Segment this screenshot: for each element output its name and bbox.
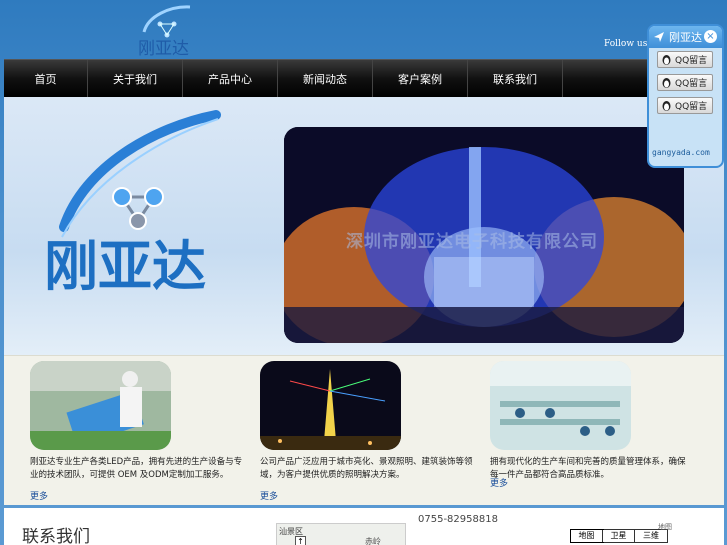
card-more-link[interactable]: 更多 bbox=[30, 489, 48, 502]
nav-cases[interactable]: 客户案例 bbox=[373, 60, 468, 98]
header-logo[interactable]: 刚亚达 bbox=[130, 2, 210, 59]
qq-message-label: QQ留言 bbox=[675, 56, 708, 66]
card-more-link[interactable]: 更多 bbox=[260, 489, 278, 502]
contact-phone: 0755-82958818 bbox=[418, 514, 498, 525]
qq-float-panel: 刚亚达 × QQ留言 QQ留言 QQ留言 gangyada.com bbox=[647, 24, 724, 168]
contact-title: 联系我们 bbox=[22, 527, 90, 545]
qq-message-button-3[interactable]: QQ留言 bbox=[657, 97, 713, 114]
qq-penguin-icon bbox=[662, 100, 671, 111]
logo-mark: 刚亚达 bbox=[138, 5, 191, 59]
map-type-buttons: 地图 卫星 三维 bbox=[570, 529, 668, 543]
card-workshop: 拥有现代化的生产车间和完善的质量管理体系，确保每一件产品都符合高品质标准。 bbox=[490, 361, 690, 482]
map-pan-up-icon[interactable]: ↑ bbox=[295, 536, 306, 545]
fountain-photo: 深圳市刚亚达电子科技有限公司 bbox=[284, 127, 684, 343]
hero-banner: 刚亚达 深圳市刚亚达电子科技有限公司 bbox=[4, 97, 724, 355]
qq-message-label: QQ留言 bbox=[675, 79, 708, 89]
close-icon[interactable]: × bbox=[704, 30, 717, 43]
factory-photo bbox=[30, 361, 171, 450]
qq-panel-title: 刚亚达 bbox=[669, 31, 702, 44]
nav-home[interactable]: 首页 bbox=[4, 60, 88, 98]
qq-message-label: QQ留言 bbox=[675, 102, 708, 112]
workshop-photo bbox=[490, 361, 631, 450]
banner-logo: 刚亚达 bbox=[44, 110, 221, 298]
qq-penguin-icon bbox=[662, 77, 671, 88]
qq-message-button-1[interactable]: QQ留言 bbox=[657, 51, 713, 68]
card-description: 拥有现代化的生产车间和完善的质量管理体系，确保每一件产品都符合高品质标准。 bbox=[490, 457, 686, 480]
map-label-2: 赤岭 bbox=[365, 537, 381, 545]
card-description: 刚亚达专业生产各类LED产品，拥有先进的生产设备与专业的技术团队，可提供 OEM… bbox=[30, 457, 243, 480]
map-type-map-button[interactable]: 地图 bbox=[570, 529, 604, 543]
bottom-section: 联系我们 汕景区 ↑ 赤岭 0755-82958818 地图 卫星 三维 地图 bbox=[4, 508, 724, 545]
qq-penguin-icon bbox=[662, 54, 671, 65]
card-application: 公司产品广泛应用于城市亮化、景观照明、建筑装饰等领域，为客户提供优质的照明解决方… bbox=[260, 361, 475, 482]
map-type-satellite-button[interactable]: 卫星 bbox=[603, 530, 635, 542]
card-image[interactable] bbox=[260, 361, 401, 450]
svg-text:刚亚达: 刚亚达 bbox=[138, 39, 189, 58]
card-production: 刚亚达专业生产各类LED产品，拥有先进的生产设备与专业的技术团队，可提供 OEM… bbox=[30, 361, 250, 482]
main-nav: 首页 关于我们 产品中心 新闻动态 客户案例 联系我们 bbox=[4, 59, 724, 98]
nav-products[interactable]: 产品中心 bbox=[183, 60, 278, 98]
map-widget[interactable]: 汕景区 ↑ 赤岭 bbox=[276, 523, 406, 545]
content-section: 刚亚达专业生产各类LED产品，拥有先进的生产设备与专业的技术团队，可提供 OEM… bbox=[4, 355, 724, 505]
nav-contact[interactable]: 联系我们 bbox=[468, 60, 563, 98]
nav-about[interactable]: 关于我们 bbox=[88, 60, 183, 98]
map-corner-note: 地图 bbox=[658, 523, 672, 531]
card-image[interactable] bbox=[490, 361, 631, 450]
qq-message-button-2[interactable]: QQ留言 bbox=[657, 74, 713, 91]
card-image[interactable] bbox=[30, 361, 171, 450]
nav-news[interactable]: 新闻动态 bbox=[278, 60, 373, 98]
svg-text:刚亚达: 刚亚达 bbox=[44, 235, 206, 298]
card-more-link[interactable]: 更多 bbox=[490, 476, 508, 489]
qq-site-text[interactable]: gangyada.com bbox=[652, 148, 710, 157]
tower-photo bbox=[260, 361, 401, 450]
paper-plane-icon bbox=[654, 32, 664, 42]
banner-watermark: 深圳市刚亚达电子科技有限公司 bbox=[346, 232, 598, 252]
card-description: 公司产品广泛应用于城市亮化、景观照明、建筑装饰等领域，为客户提供优质的照明解决方… bbox=[260, 457, 473, 480]
follow-us-text: Follow us bbox=[604, 39, 648, 49]
